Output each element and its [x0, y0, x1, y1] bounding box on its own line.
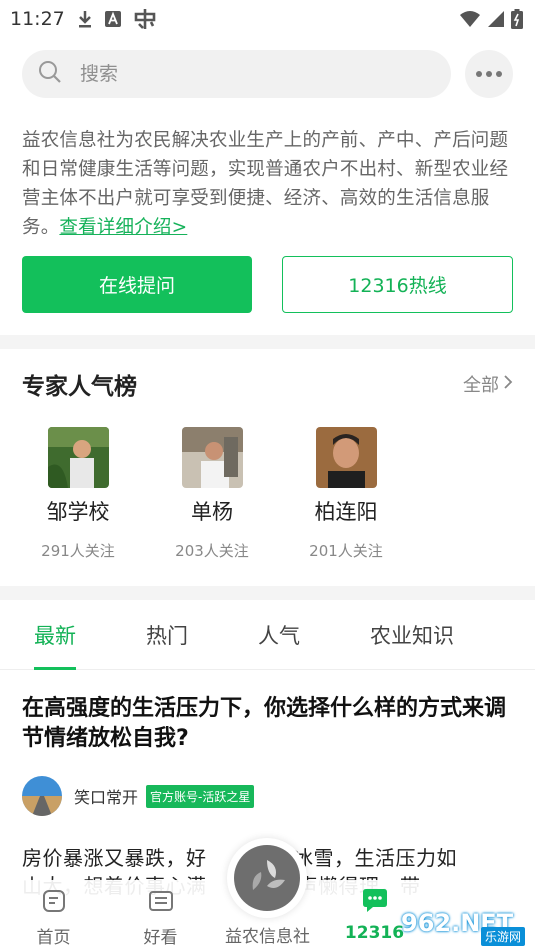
expert-followers: 203人关注 — [175, 542, 249, 560]
search-row — [0, 38, 535, 98]
status-badge: 官方账号-活跃之星 — [146, 784, 255, 808]
tab-agri-knowledge[interactable]: 农业知识 — [370, 600, 454, 670]
status-time: 11:27 — [10, 8, 65, 30]
more-dot-icon — [496, 71, 502, 77]
expert-name: 单杨 — [191, 500, 233, 524]
section-divider — [0, 335, 535, 349]
expert-card[interactable]: 柏连阳 201人关注 — [292, 427, 400, 561]
a-icon — [104, 11, 121, 27]
expert-followers: 291人关注 — [41, 542, 115, 560]
post-author: 笑口常开 官方账号-活跃之星 — [22, 776, 513, 816]
experts-all-link[interactable]: 全部 — [463, 371, 513, 397]
search-input[interactable] — [80, 63, 380, 85]
avatar — [181, 427, 243, 488]
experts-title: 专家人气榜 — [22, 374, 137, 400]
expert-followers: 201人关注 — [309, 542, 383, 560]
intro-text: 益农信息社为农民解决农业生产上的产前、产中、产后问题和日常健康生活等问题，实现普… — [0, 98, 535, 242]
tab-popular[interactable]: 人气 — [258, 600, 300, 670]
post-title[interactable]: 在高强度的生活压力下，你选择什么样的方式来调节情绪放松自我? — [22, 694, 513, 754]
search-icon — [38, 60, 62, 88]
nav-yinong-label: 益农信息社 — [225, 927, 310, 947]
center-logo-button[interactable] — [227, 838, 307, 918]
home-icon — [41, 888, 67, 919]
wifi-icon — [459, 10, 481, 28]
chevron-right-icon — [503, 374, 513, 395]
battery-icon — [511, 9, 523, 29]
watermark-logo: 962.NET 乐游网 — [401, 900, 531, 946]
avatar — [47, 427, 109, 488]
section-divider — [0, 586, 535, 600]
expert-list: 邹学校 291人关注 单杨 203人关注 柏连阳 201人关注 — [22, 427, 513, 561]
nav-home[interactable]: 首页 — [0, 880, 107, 952]
author-name[interactable]: 笑口常开 — [74, 784, 138, 808]
more-button[interactable] — [465, 50, 513, 98]
signal-icon — [487, 10, 505, 28]
intro-detail-link[interactable]: 查看详细介绍> — [59, 217, 187, 238]
chat-bubble-icon — [361, 888, 389, 919]
nav-home-label: 首页 — [36, 928, 71, 948]
nav-hotline-label: 12316 — [344, 923, 405, 943]
experts-section: 专家人气榜 全部 邹学校 291人关注 单杨 203人关注 柏连阳 201人关注 — [0, 349, 535, 586]
status-bar: 11:27 — [0, 0, 535, 38]
watermark-sub: 乐游网 — [480, 927, 525, 946]
download-icon — [77, 10, 93, 28]
card-icon — [148, 888, 174, 919]
avatar — [315, 427, 377, 488]
search-bar[interactable] — [22, 50, 451, 98]
ask-online-button[interactable]: 在线提问 — [22, 256, 252, 313]
expert-card[interactable]: 单杨 203人关注 — [158, 427, 266, 561]
yinong-logo-icon — [234, 845, 300, 911]
avatar[interactable] — [22, 776, 62, 816]
feed-tabs: 最新 热门 人气 农业知识 — [0, 600, 535, 670]
post-body-line: 房价暴涨又暴跌，好 — [22, 846, 207, 870]
nav-discover[interactable]: 好看 — [107, 880, 214, 952]
more-dot-icon — [476, 71, 482, 77]
hotline-button[interactable]: 12316热线 — [282, 256, 513, 313]
tab-latest[interactable]: 最新 — [34, 600, 76, 670]
expert-name: 邹学校 — [46, 500, 110, 524]
expert-name: 柏连阳 — [314, 500, 378, 524]
tab-hot[interactable]: 热门 — [146, 600, 188, 670]
nav-discover-label: 好看 — [143, 928, 178, 948]
app-icon — [133, 8, 157, 30]
action-row: 在线提问 12316热线 — [0, 242, 535, 313]
expert-card[interactable]: 邹学校 291人关注 — [24, 427, 132, 561]
more-dot-icon — [486, 71, 492, 77]
experts-all-label: 全部 — [463, 375, 499, 396]
